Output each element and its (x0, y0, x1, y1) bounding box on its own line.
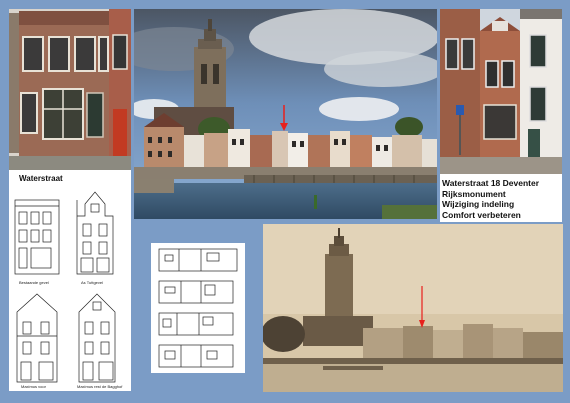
drawing-caption-4: Maximus rest de Bagghof (77, 384, 123, 389)
facade-photo-waterstraat-18 (440, 9, 562, 174)
info-status: Rijksmonument (442, 188, 506, 199)
info-text-block: Waterstraat 18 Deventer Rijksmonument Wi… (440, 174, 562, 222)
historic-sepia-photo (263, 224, 563, 392)
street-label: Waterstraat (19, 174, 63, 183)
street-label-band: Waterstraat (9, 170, 131, 186)
floor-plans (151, 243, 245, 373)
info-goal: Comfort verbeteren (442, 209, 521, 220)
info-address: Waterstraat 18 Deventer (442, 178, 540, 188)
elevation-drawings: Bestaande gevel As Tuttgevel Maximus voo… (9, 186, 131, 391)
drawing-caption-3: Maximus voor (21, 384, 47, 389)
facade-photo-waterstraat (9, 9, 131, 170)
panorama-photo (134, 9, 437, 219)
info-change: Wijziging indeling (442, 199, 515, 209)
drawing-caption-2: As Tuttgevel (81, 280, 103, 285)
drawing-caption-1: Bestaande gevel (19, 280, 49, 285)
